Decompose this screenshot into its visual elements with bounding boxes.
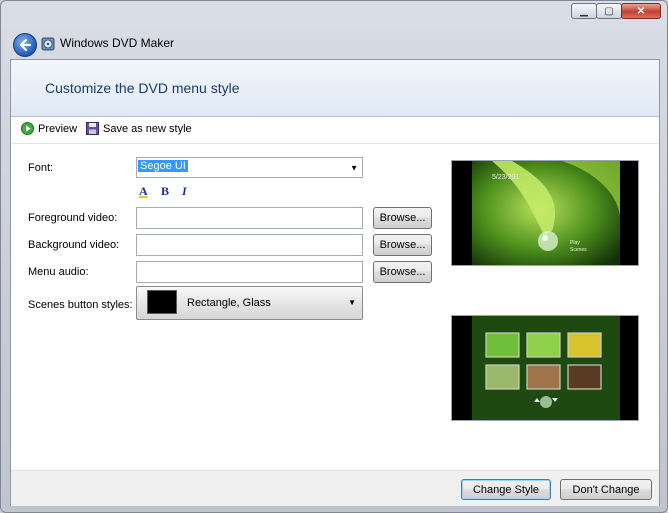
preview-menu-play: Play [570, 240, 580, 246]
preview-menu-scenes: Scenes [570, 247, 587, 253]
background-video-input[interactable] [136, 234, 363, 256]
scenes-style-value: Rectangle, Glass [187, 297, 271, 309]
page-header: Customize the DVD menu style [11, 60, 659, 117]
menu-audio-input[interactable] [136, 261, 363, 283]
preview-button[interactable]: Preview [21, 122, 77, 135]
save-style-button[interactable]: Save as new style [86, 122, 192, 135]
minimize-button[interactable]: ▁ [571, 3, 597, 19]
style-settings-panel: Font: Segoe UI ▼ A B I Foreground video:… [11, 144, 659, 470]
maximize-button[interactable]: ▢ [596, 3, 622, 19]
style-swatch [147, 290, 177, 314]
play-icon [21, 122, 34, 135]
browse-foreground-button[interactable]: Browse... [373, 207, 432, 229]
close-button[interactable]: ✕ [621, 3, 661, 19]
foreground-video-label: Foreground video: [28, 212, 118, 224]
save-style-label: Save as new style [103, 122, 192, 135]
chevron-down-icon: ▼ [350, 163, 358, 172]
browse-audio-button[interactable]: Browse... [373, 261, 432, 283]
leaf-waterdrop-image: 5/23/201 Play Scenes [452, 161, 638, 265]
dont-change-button[interactable]: Don't Change [560, 479, 652, 500]
background-video-label: Background video: [28, 239, 120, 251]
preview-date: 5/23/201 [492, 174, 519, 181]
italic-button[interactable]: I [182, 184, 187, 199]
font-dropdown[interactable]: Segoe UI ▼ [136, 157, 363, 178]
window-title: Windows DVD Maker [60, 36, 175, 50]
preview-label: Preview [38, 122, 78, 135]
page-title: Customize the DVD menu style [45, 80, 240, 96]
font-color-button[interactable]: A [139, 184, 148, 199]
menu-audio-label: Menu audio: [28, 266, 89, 278]
scenes-button-style-dropdown[interactable]: Rectangle, Glass ▼ [136, 286, 363, 320]
browse-background-button[interactable]: Browse... [373, 234, 432, 256]
foreground-video-input[interactable] [136, 207, 363, 229]
dvd-maker-icon [41, 37, 55, 51]
window-frame: ▁ ▢ ✕ Windows DVD Maker Customize the DV… [0, 0, 668, 513]
change-style-button[interactable]: Change Style [461, 479, 551, 500]
scenes-thumbnail-grid-image [452, 316, 638, 420]
scenes-button-styles-label: Scenes button styles: [28, 299, 133, 311]
dialog-footer: Change Style Don't Change [11, 470, 659, 506]
save-disk-icon [86, 122, 99, 135]
dialog-client-area: Customize the DVD menu style Preview Sav… [10, 59, 660, 506]
back-button[interactable] [13, 33, 37, 57]
menu-preview-main: 5/23/201 Play Scenes [451, 160, 639, 266]
font-label: Font: [28, 162, 54, 174]
scenes-preview [451, 315, 639, 421]
font-selected-value: Segoe UI [138, 160, 188, 172]
bold-button[interactable]: B [161, 184, 169, 199]
chevron-down-icon: ▼ [348, 298, 356, 307]
back-arrow-icon [19, 38, 32, 52]
caption-buttons: ▁ ▢ ✕ [571, 3, 661, 19]
toolbar: Preview Save as new style [11, 117, 659, 144]
